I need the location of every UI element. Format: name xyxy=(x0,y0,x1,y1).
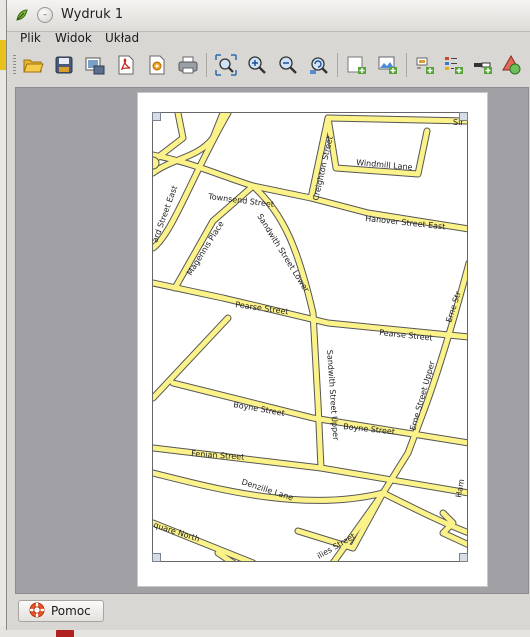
street-label-pearse-left: Pearse Street xyxy=(235,300,289,316)
qgis-app-icon xyxy=(15,8,29,22)
print-icon[interactable] xyxy=(175,52,201,78)
composer-toolbar xyxy=(7,50,530,80)
lifebuoy-icon xyxy=(29,602,45,621)
add-legend-icon[interactable] xyxy=(441,52,467,78)
zoom-out-icon[interactable] xyxy=(275,52,301,78)
resize-handle-bottom-right[interactable] xyxy=(459,553,468,562)
toolbar-separator xyxy=(337,53,338,77)
add-image-icon[interactable] xyxy=(375,52,401,78)
export-image-icon[interactable] xyxy=(82,52,108,78)
add-scalebar-icon[interactable] xyxy=(470,52,496,78)
add-label-icon[interactable] xyxy=(412,52,438,78)
export-pdf-icon[interactable] xyxy=(113,52,139,78)
minimize-button[interactable]: – xyxy=(37,7,53,23)
composer-canvas[interactable]: Townsend Street Hanover Street East Wind… xyxy=(15,87,529,594)
street-label-square-north: quare North xyxy=(153,520,201,543)
resize-handle-top-right[interactable] xyxy=(459,112,468,121)
map-item[interactable]: Townsend Street Hanover Street East Wind… xyxy=(152,112,468,562)
help-button[interactable]: Pomoc xyxy=(18,600,104,622)
window-title: Wydruk 1 xyxy=(61,7,124,22)
zoom-full-icon[interactable] xyxy=(213,52,239,78)
toolbar-separator xyxy=(406,53,407,77)
menu-plik[interactable]: Plik xyxy=(18,31,43,45)
street-label-sandwith-upper: Sandwith Street Upper xyxy=(325,350,340,442)
menu-widok[interactable]: Widok xyxy=(53,31,94,45)
bottom-bar: Pomoc xyxy=(7,596,530,630)
resize-handle-top-left[interactable] xyxy=(152,112,161,121)
street-label-fenian: Fenian Street xyxy=(191,449,245,462)
refresh-icon[interactable] xyxy=(306,52,332,78)
save-template-icon[interactable] xyxy=(51,52,77,78)
composer-window: – Wydruk 1 Plik Widok Układ Townsend Str… xyxy=(6,0,530,630)
street-map: Townsend Street Hanover Street East Wind… xyxy=(153,113,467,561)
open-template-icon[interactable] xyxy=(20,52,46,78)
title-bar[interactable]: – Wydruk 1 xyxy=(7,0,530,32)
street-label-boyne-right: Boyne Street xyxy=(343,422,396,436)
resize-handle-bottom-left[interactable] xyxy=(152,553,161,562)
help-button-label: Pomoc xyxy=(51,604,91,618)
menu-uklad[interactable]: Układ xyxy=(103,31,141,45)
menu-bar: Plik Widok Układ xyxy=(7,31,530,51)
zoom-in-icon[interactable] xyxy=(244,52,270,78)
add-map-icon[interactable] xyxy=(344,52,370,78)
toolbar-separator xyxy=(206,53,207,77)
add-shape-icon[interactable] xyxy=(499,52,525,78)
export-svg-icon[interactable] xyxy=(144,52,170,78)
toolbar-grip[interactable] xyxy=(13,55,16,75)
